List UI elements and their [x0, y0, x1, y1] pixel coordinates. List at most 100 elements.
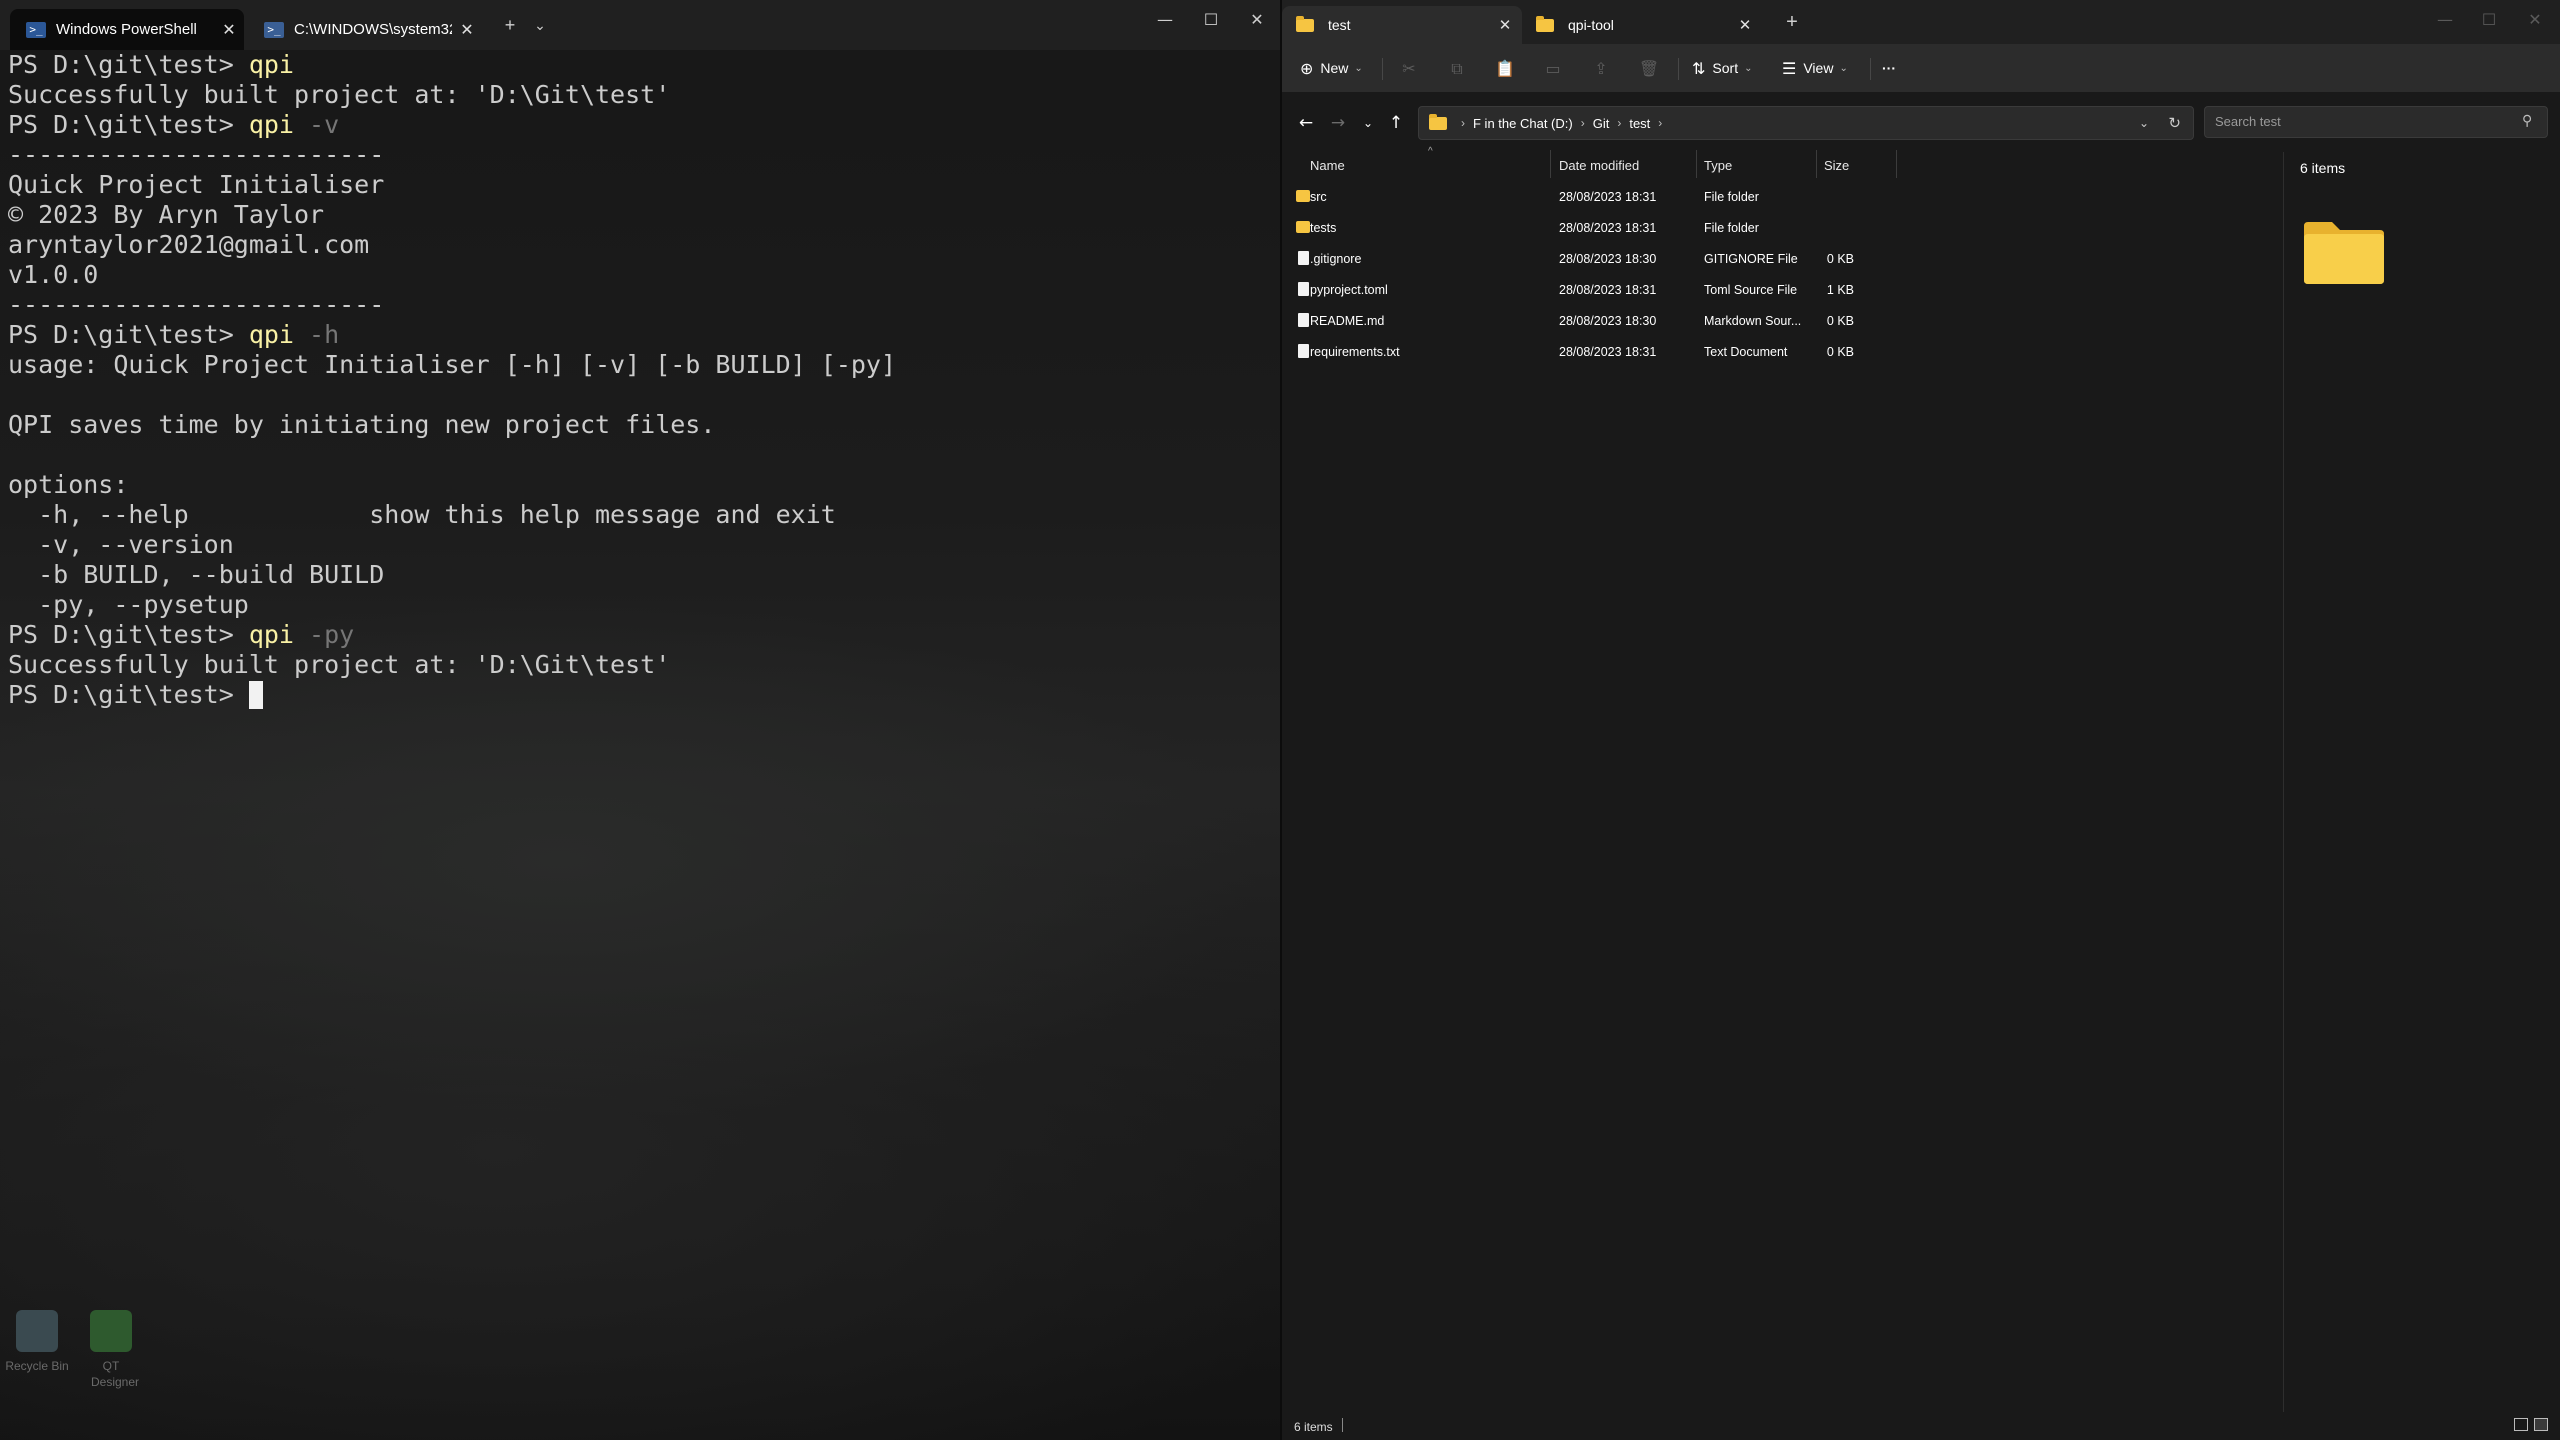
breadcrumb-item[interactable]: Git [1593, 116, 1610, 131]
console-text: Successfully built project at: 'D:\Git\t… [8, 650, 671, 679]
large-folder-icon [2304, 222, 2384, 284]
chevron-right-icon: › [1580, 116, 1585, 130]
paste-icon[interactable]: 📋 [1492, 56, 1518, 82]
file-icon [1298, 251, 1309, 265]
list-item[interactable]: src 28/08/2023 18:31 File folder [1296, 182, 2176, 213]
console-line: ------------------------- [8, 140, 896, 170]
copy-icon[interactable]: ⧉ [1444, 56, 1470, 82]
console-line: Successfully built project at: 'D:\Git\t… [8, 80, 896, 110]
console-text: aryntaylor2021@gmail.com [8, 230, 370, 259]
command-text: qpi [248, 320, 294, 349]
command-text: qpi [248, 620, 294, 649]
forward-arrow-icon[interactable]: → [1324, 109, 1352, 137]
file-size: 0 KB [1826, 345, 1854, 359]
new-tab-button[interactable]: + [1774, 6, 1810, 38]
list-item[interactable]: tests 28/08/2023 18:31 File folder [1296, 213, 2176, 244]
sort-ascending-icon: ^ [1428, 146, 1433, 157]
close-icon[interactable]: ✕ [1728, 16, 1762, 34]
share-icon[interactable]: ⇪ [1588, 56, 1614, 82]
up-arrow-icon[interactable]: ↑ [1382, 109, 1410, 137]
console-text: QPI saves time by initiating new project… [8, 410, 716, 439]
explorer-tab-bar: test ✕ qpi-tool ✕ + — ☐ ✕ [1282, 0, 2560, 44]
chevron-right-icon: › [1461, 116, 1465, 130]
file-size: 1 KB [1826, 283, 1854, 297]
tab-dropdown-button[interactable]: ⌄ [522, 9, 558, 41]
address-row: ← → ⌄ ↑ › F in the Chat (D:) › Git › tes… [1282, 92, 2560, 152]
list-item[interactable]: requirements.txt 28/08/2023 18:31 Text Doc… [1296, 337, 2176, 368]
console-text: ------------------------- [8, 140, 385, 169]
column-divider[interactable] [1816, 150, 1817, 178]
file-name: pyproject.toml [1310, 283, 1388, 297]
status-divider [1342, 1418, 1343, 1432]
file-icon [1298, 344, 1309, 358]
close-icon[interactable]: ✕ [452, 20, 482, 40]
console-line: -b BUILD, --build BUILD [8, 560, 896, 590]
file-type: File folder [1704, 221, 1759, 235]
console-line: QPI saves time by initiating new project… [8, 410, 896, 440]
add-circle-icon: ⊕ [1300, 58, 1314, 78]
desktop-icon-qt-designer[interactable]: QT Designer [66, 1310, 156, 1390]
console-text: usage: Quick Project Initialiser [-h] [-… [8, 350, 897, 379]
sort-icon: ⇅ [1692, 58, 1706, 78]
column-type[interactable]: Type [1704, 158, 1732, 173]
maximize-icon[interactable]: ☐ [2466, 0, 2512, 40]
close-icon[interactable]: ✕ [214, 20, 244, 40]
breadcrumb-item[interactable]: F in the Chat (D:) [1473, 116, 1573, 131]
file-name: requirements.txt [1310, 345, 1400, 359]
console-line: PS D:\git\test> qpi [8, 50, 896, 80]
console-line: PS D:\git\test> qpi -v [8, 110, 896, 140]
console-text: -py, --pysetup [8, 590, 249, 619]
refresh-icon[interactable]: ↻ [2168, 114, 2181, 132]
minimize-icon[interactable]: — [1142, 0, 1188, 40]
sort-button[interactable]: ⇅ Sort ⌄ [1692, 54, 1752, 82]
list-item[interactable]: pyproject.toml 28/08/2023 18:31 Toml Sourc… [1296, 275, 2176, 306]
tab-windows-powershell[interactable]: >_ Windows PowerShell ✕ [10, 9, 244, 50]
address-bar[interactable]: › F in the Chat (D:) › Git › test › ⌄ ↻ [1418, 106, 2194, 140]
search-input[interactable]: Search test [2204, 106, 2548, 138]
history-dropdown-icon[interactable]: ⌄ [2139, 116, 2149, 130]
sort-label: Sort [1712, 60, 1739, 76]
console-text: v1.0.0 [8, 260, 99, 289]
tab-label: C:\WINDOWS\system32\cm [294, 21, 452, 38]
new-button[interactable]: ⊕ New ⌄ [1300, 54, 1363, 82]
close-window-icon[interactable]: ✕ [1234, 0, 1280, 40]
folder-icon [1296, 221, 1310, 233]
list-item[interactable]: README.md 28/08/2023 18:30 Markdown Sour..… [1296, 306, 2176, 337]
list-item[interactable]: .gitignore 28/08/2023 18:30 GITIGNORE File… [1296, 244, 2176, 275]
toolbar-divider [1678, 58, 1679, 80]
file-date: 28/08/2023 18:31 [1559, 221, 1657, 235]
chevron-down-icon: ⌄ [1744, 62, 1753, 74]
maximize-icon[interactable]: ☐ [1188, 0, 1234, 40]
close-icon[interactable]: ✕ [1488, 16, 1522, 34]
file-name: README.md [1310, 314, 1385, 328]
details-view-icon[interactable] [2514, 1418, 2528, 1431]
column-name[interactable]: Name [1310, 158, 1345, 173]
cut-icon[interactable]: ✂ [1396, 56, 1422, 82]
tab-cmd[interactable]: >_ C:\WINDOWS\system32\cm ✕ [248, 9, 482, 50]
column-divider[interactable] [1896, 150, 1897, 178]
back-arrow-icon[interactable]: ← [1292, 109, 1320, 137]
rename-icon[interactable]: ▭ [1540, 56, 1566, 82]
tab-qpi-tool[interactable]: qpi-tool ✕ [1522, 6, 1762, 44]
console-text: PS D:\git\test> [8, 320, 249, 349]
chevron-down-icon: ⌄ [1839, 62, 1848, 74]
view-button[interactable]: ☰ View ⌄ [1782, 54, 1848, 82]
column-divider[interactable] [1550, 150, 1551, 178]
console-text: options: [8, 470, 129, 499]
column-size[interactable]: Size [1824, 158, 1849, 173]
tab-test[interactable]: test ✕ [1282, 6, 1522, 44]
tiles-view-icon[interactable] [2534, 1418, 2548, 1431]
close-window-icon[interactable]: ✕ [2512, 0, 2558, 40]
column-date-modified[interactable]: Date modified [1559, 158, 1639, 173]
file-icon [1298, 313, 1309, 327]
recent-locations-icon[interactable]: ⌄ [1354, 109, 1382, 137]
file-name: .gitignore [1310, 252, 1362, 266]
minimize-icon[interactable]: — [2422, 0, 2468, 40]
console-output[interactable]: PS D:\git\test> qpi Successfully built pr… [8, 50, 896, 710]
console-line: Successfully built project at: 'D:\Git\t… [8, 650, 896, 680]
more-options-button[interactable]: ··· [1882, 54, 1896, 82]
column-divider[interactable] [1696, 150, 1697, 178]
delete-icon[interactable]: 🗑 [1636, 56, 1662, 82]
breadcrumb-item[interactable]: test [1629, 116, 1650, 131]
